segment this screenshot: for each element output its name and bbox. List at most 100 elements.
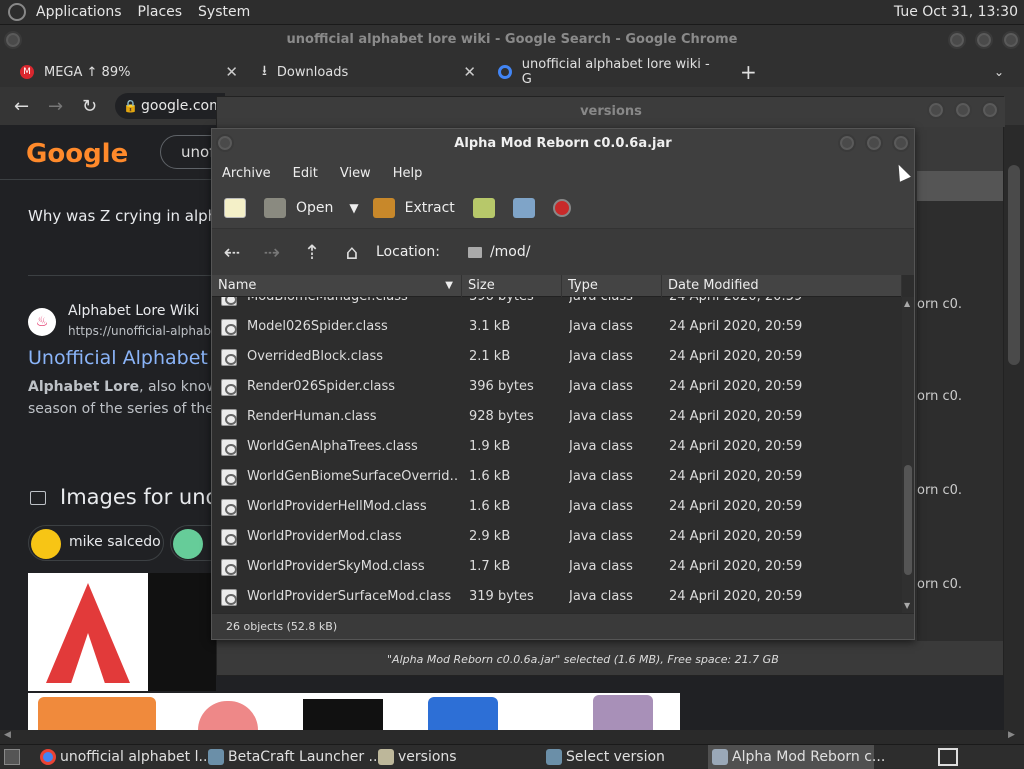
tab-downloads[interactable]: ⭳ Downloads ✕ bbox=[262, 57, 476, 87]
add-folder-icon[interactable] bbox=[512, 197, 535, 218]
close-icon[interactable]: ✕ bbox=[463, 63, 476, 81]
archive-maximize-button[interactable] bbox=[865, 134, 883, 152]
images-heading[interactable]: Images for unof bbox=[60, 485, 226, 509]
chrome-menu-icon[interactable] bbox=[4, 31, 22, 49]
file-list-scrollbar-thumb[interactable] bbox=[904, 465, 912, 575]
system-logo-icon[interactable] bbox=[8, 3, 26, 21]
file-row[interactable]: OverridedBlock.class 2.1 kB Java class 24 A… bbox=[212, 342, 902, 372]
menu-view[interactable]: View bbox=[340, 166, 371, 181]
column-size[interactable]: Size bbox=[462, 275, 562, 297]
file-row[interactable]: RenderHuman.class 928 bytes Java class 24 A… bbox=[212, 402, 902, 432]
taskbar-item-select-version[interactable]: Select version bbox=[542, 745, 708, 769]
scroll-right-icon[interactable]: ▶ bbox=[1008, 730, 1015, 740]
image-result[interactable] bbox=[148, 573, 216, 691]
close-icon[interactable]: ✕ bbox=[225, 63, 238, 81]
tab-google-search[interactable]: unofficial alphabet lore wiki - G bbox=[498, 57, 718, 87]
result-title-link[interactable]: Unofficial Alphabet L bbox=[28, 347, 224, 369]
scroll-left-icon[interactable]: ◀ bbox=[4, 730, 11, 740]
java-icon bbox=[208, 749, 224, 765]
chrome-titlebar[interactable]: unofficial alphabet lore wiki - Google S… bbox=[0, 25, 1024, 57]
open-button-label[interactable]: Open bbox=[296, 200, 333, 216]
result-url[interactable]: https://unofficial-alphabet-l bbox=[68, 324, 231, 338]
new-archive-icon[interactable] bbox=[224, 197, 246, 218]
file-name: Model026Spider.class bbox=[247, 319, 388, 334]
image-thumbnail bbox=[198, 701, 258, 730]
chrome-maximize-button[interactable] bbox=[975, 31, 993, 49]
image-result[interactable] bbox=[28, 573, 148, 691]
archive-titlebar[interactable]: Alpha Mod Reborn c0.0.6a.jar bbox=[212, 129, 914, 159]
file-type: Java class bbox=[569, 319, 633, 334]
taskbar-label: versions bbox=[398, 749, 457, 765]
extract-button-label[interactable]: Extract bbox=[405, 200, 455, 216]
address-bar[interactable]: 🔒 google.com bbox=[115, 93, 225, 119]
workspace-switcher-icon[interactable] bbox=[938, 748, 958, 766]
tab-search-icon[interactable]: ⌄ bbox=[994, 57, 1004, 87]
chrome-minimize-button[interactable] bbox=[948, 31, 966, 49]
versions-minimize-button[interactable] bbox=[927, 101, 945, 119]
stop-icon[interactable] bbox=[552, 198, 571, 217]
back-icon[interactable]: ← bbox=[14, 96, 34, 117]
file-row[interactable]: WorldProviderSurfaceMod.class 319 bytes Ja… bbox=[212, 582, 902, 612]
versions-close-button[interactable] bbox=[981, 101, 999, 119]
people-also-ask-question[interactable]: Why was Z crying in alpha bbox=[28, 207, 226, 225]
archive-window-menu-icon[interactable] bbox=[216, 134, 234, 152]
file-row[interactable]: WorldGenAlphaTrees.class 1.9 kB Java class… bbox=[212, 432, 902, 462]
extract-icon[interactable] bbox=[372, 197, 395, 218]
add-files-icon[interactable] bbox=[472, 197, 495, 218]
image-chip-2[interactable] bbox=[170, 525, 216, 561]
version-item-label[interactable]: orn c0. bbox=[917, 389, 962, 404]
chrome-close-button[interactable] bbox=[1002, 31, 1020, 49]
taskbar-item-betacraft[interactable]: BetaCraft Launcher ... bbox=[204, 745, 382, 769]
tab-mega[interactable]: M MEGA ↑ 89% ✕ bbox=[20, 57, 238, 87]
archive-close-button[interactable] bbox=[892, 134, 910, 152]
location-path[interactable]: /mod/ bbox=[490, 244, 531, 260]
scroll-down-icon[interactable]: ▼ bbox=[904, 601, 910, 610]
reload-icon[interactable]: ↻ bbox=[82, 96, 102, 117]
open-dropdown-arrow-icon[interactable]: ▼ bbox=[349, 201, 358, 215]
clock[interactable]: Tue Oct 31, 13:30 bbox=[894, 4, 1018, 20]
horizontal-scrollbar[interactable]: ◀ ▶ bbox=[0, 730, 1024, 744]
file-row[interactable]: WorldProviderMod.class 2.9 kB Java class 24… bbox=[212, 522, 902, 552]
forward-icon[interactable]: → bbox=[48, 96, 68, 117]
version-item-label[interactable]: orn c0. bbox=[917, 483, 962, 498]
version-item-label[interactable]: orn c0. bbox=[917, 297, 962, 312]
home-icon[interactable]: ⌂ bbox=[332, 240, 372, 264]
result-site-name[interactable]: Alphabet Lore Wiki bbox=[68, 303, 199, 319]
file-row[interactable]: WorldProviderHellMod.class 1.6 kB Java cla… bbox=[212, 492, 902, 522]
new-tab-button[interactable]: + bbox=[740, 57, 757, 87]
file-row[interactable]: Render026Spider.class 396 bytes Java class… bbox=[212, 372, 902, 402]
versions-titlebar[interactable]: versions bbox=[217, 97, 1005, 127]
open-icon[interactable] bbox=[264, 197, 286, 218]
version-item-label[interactable]: orn c0. bbox=[917, 577, 962, 592]
back-icon[interactable]: ⇠ bbox=[212, 240, 252, 264]
menu-help[interactable]: Help bbox=[393, 166, 423, 181]
taskbar-item-chrome[interactable]: unofficial alphabet l... bbox=[36, 745, 212, 769]
google-doodle-logo[interactable]: Google bbox=[26, 139, 128, 169]
show-desktop-icon[interactable] bbox=[4, 749, 20, 765]
file-row[interactable]: WorldProviderSkyMod.class 1.7 kB Java clas… bbox=[212, 552, 902, 582]
versions-maximize-button[interactable] bbox=[954, 101, 972, 119]
column-date-modified[interactable]: Date Modified bbox=[662, 275, 902, 297]
up-icon[interactable]: ⇡ bbox=[292, 240, 332, 264]
taskbar-item-versions[interactable]: versions bbox=[374, 745, 540, 769]
menu-archive[interactable]: Archive bbox=[222, 166, 271, 181]
image-chip[interactable]: mike salcedo bbox=[28, 525, 164, 561]
file-date: 24 April 2020, 20:59 bbox=[669, 319, 803, 334]
column-type[interactable]: Type bbox=[562, 275, 662, 297]
taskbar-item-archive[interactable]: Alpha Mod Reborn c... bbox=[708, 745, 885, 769]
archive-minimize-button[interactable] bbox=[838, 134, 856, 152]
menu-edit[interactable]: Edit bbox=[293, 166, 318, 181]
image-thumbnail bbox=[38, 697, 156, 730]
file-row[interactable]: Model026Spider.class 3.1 kB Java class 24 A… bbox=[212, 312, 902, 342]
file-row[interactable]: WorldGenBiomeSurfaceOverrid… 1.6 kB Java c… bbox=[212, 462, 902, 492]
forward-icon[interactable]: ⇢ bbox=[252, 240, 292, 264]
menu-system[interactable]: System bbox=[198, 4, 250, 20]
image-results-row[interactable] bbox=[28, 693, 680, 730]
page-scrollbar[interactable] bbox=[1004, 125, 1024, 730]
column-name[interactable]: Name ▼ bbox=[212, 275, 462, 297]
scroll-up-icon[interactable]: ▲ bbox=[904, 299, 910, 308]
menu-places[interactable]: Places bbox=[138, 4, 183, 20]
page-scrollbar-thumb[interactable] bbox=[1008, 165, 1020, 365]
menu-applications[interactable]: Applications bbox=[36, 4, 122, 20]
chrome-icon bbox=[40, 749, 56, 765]
